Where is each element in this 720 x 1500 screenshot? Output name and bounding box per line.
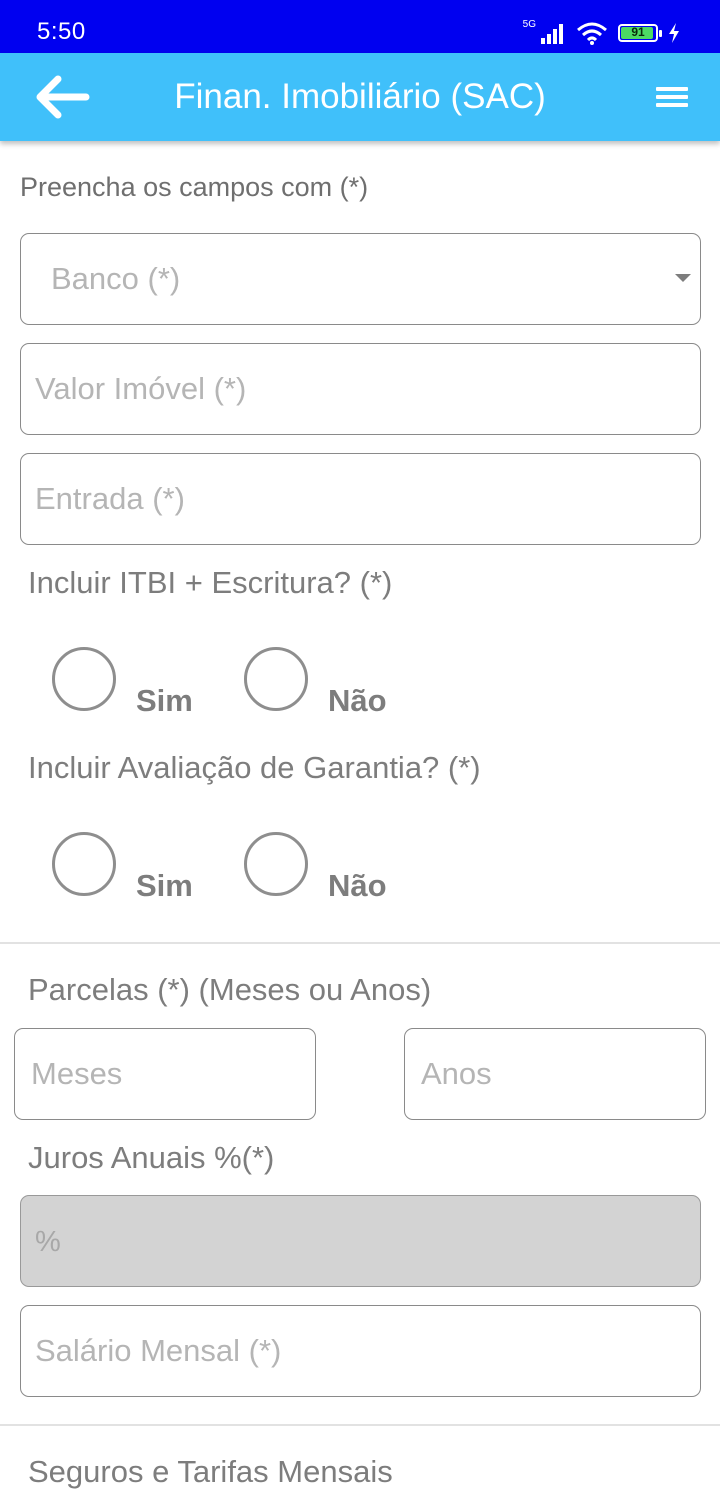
entrada-input[interactable]	[35, 454, 685, 544]
garantia-nao-radio[interactable]	[244, 832, 308, 896]
itbi-sim-label: Sim	[136, 683, 193, 718]
anos-field-box	[404, 1028, 706, 1120]
itbi-question: Incluir ITBI + Escritura? (*)	[28, 565, 393, 600]
status-time: 5:50	[37, 18, 86, 45]
garantia-sim-radio[interactable]	[52, 832, 116, 896]
garantia-question: Incluir Avaliação de Garantia? (*)	[28, 750, 481, 785]
garantia-nao-label: Não	[328, 868, 387, 903]
itbi-sim-radio[interactable]	[52, 647, 116, 711]
signal-icon	[541, 24, 563, 44]
app-bar: Finan. Imobiliário (SAC)	[0, 53, 720, 141]
juros-label: Juros Anuais %(*)	[28, 1140, 275, 1175]
network-type-label: 5G	[522, 18, 536, 30]
charging-icon	[669, 23, 679, 43]
salario-input[interactable]	[35, 1306, 685, 1396]
menu-button[interactable]	[652, 79, 694, 115]
juros-field-box	[20, 1195, 701, 1287]
seguros-label: Seguros e Tarifas Mensais	[28, 1454, 393, 1489]
anos-input[interactable]	[421, 1029, 691, 1119]
valor-imovel-input[interactable]	[35, 344, 685, 434]
status-bar: 5:50 5G 91	[0, 0, 720, 53]
battery-level: 91	[631, 25, 645, 39]
banco-select-text: Banco (*)	[51, 261, 181, 296]
meses-input[interactable]	[31, 1029, 301, 1119]
wifi-icon	[577, 22, 607, 45]
salario-field-box	[20, 1305, 701, 1397]
garantia-sim-label: Sim	[136, 868, 193, 903]
form-intro: Preencha os campos com (*)	[20, 172, 369, 202]
juros-input	[35, 1196, 685, 1286]
entrada-field-box	[20, 453, 701, 545]
hamburger-menu-icon	[656, 87, 688, 91]
banco-select[interactable]: Banco (*)	[20, 233, 701, 325]
meses-field-box	[14, 1028, 316, 1120]
dropdown-caret-icon	[675, 274, 691, 282]
valor-imovel-field-box	[20, 343, 701, 435]
section-divider-2	[0, 1424, 720, 1426]
page-title: Finan. Imobiliário (SAC)	[174, 77, 546, 116]
battery-icon: 91	[618, 24, 662, 42]
itbi-nao-radio[interactable]	[244, 647, 308, 711]
itbi-nao-label: Não	[328, 683, 387, 718]
status-icons: 5G 91	[523, 19, 680, 47]
section-divider	[0, 942, 720, 944]
parcelas-label: Parcelas (*) (Meses ou Anos)	[28, 972, 432, 1007]
